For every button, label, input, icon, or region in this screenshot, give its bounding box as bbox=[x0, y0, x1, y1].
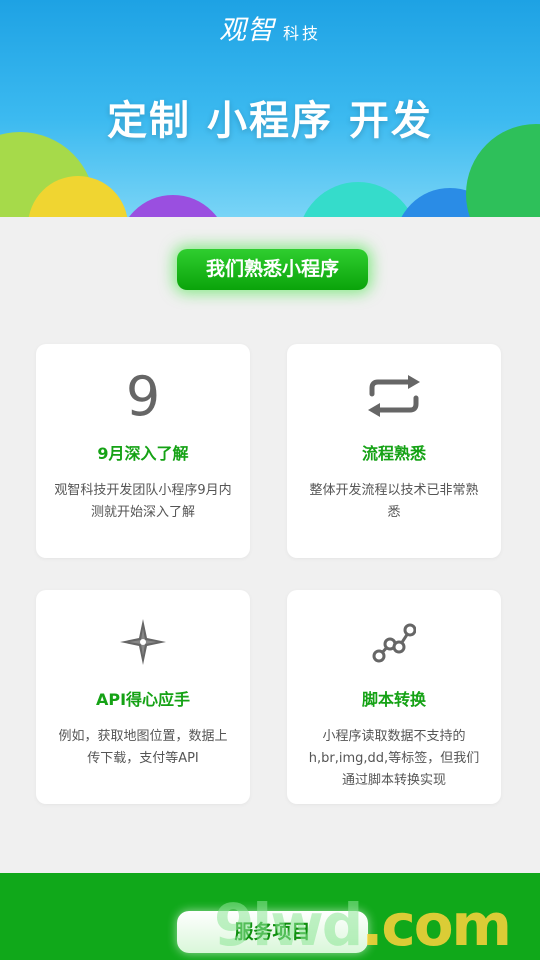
compass-star-icon bbox=[36, 616, 250, 668]
feature-card-api: API得心应手 例如，获取地图位置，数据上传下载，支付等API bbox=[36, 590, 250, 804]
feature-card-title: 脚本转换 bbox=[361, 690, 426, 709]
connected-nodes-icon bbox=[287, 616, 501, 668]
feature-card-desc: 小程序读取数据不支持的h,br,img,dd,等标签，但我们通过脚本转换实现 bbox=[308, 729, 480, 788]
number-nine-icon: 9 bbox=[125, 364, 161, 428]
feature-card-title: API得心应手 bbox=[95, 690, 191, 709]
feature-card-title: 9月深入了解 bbox=[97, 444, 189, 463]
feature-card-desc: 整体开发流程以技术已非常熟悉 bbox=[309, 483, 479, 520]
company-logo: 观智 科技 bbox=[218, 15, 321, 46]
feature-card-process: 流程熟悉 整体开发流程以技术已非常熟悉 bbox=[287, 344, 501, 558]
feature-card-script: 脚本转换 小程序读取数据不支持的h,br,img,dd,等标签，但我们通过脚本转… bbox=[287, 590, 501, 804]
footer-bar: 服务项目 9lwd.com bbox=[0, 873, 540, 960]
hero-banner: 观智 科技 定制 小程序 开发 bbox=[0, 0, 540, 217]
site-watermark: 9lwd.com bbox=[213, 891, 512, 959]
feature-card-nine: 9 9月深入了解 观智科技开发团队小程序9月内测就开始深入了解 bbox=[36, 344, 250, 558]
feature-card-desc: 观智科技开发团队小程序9月内测就开始深入了解 bbox=[54, 483, 232, 520]
repeat-arrows-icon bbox=[287, 370, 501, 422]
feature-card-desc: 例如，获取地图位置，数据上传下载，支付等API bbox=[58, 729, 228, 766]
page-title: 定制 小程序 开发 bbox=[107, 98, 433, 144]
section-pill-button[interactable]: 我们熟悉小程序 bbox=[177, 249, 368, 290]
feature-card-title: 流程熟悉 bbox=[361, 444, 426, 463]
decor-circle-cyan bbox=[298, 182, 418, 217]
decor-circle-purple bbox=[118, 195, 228, 217]
